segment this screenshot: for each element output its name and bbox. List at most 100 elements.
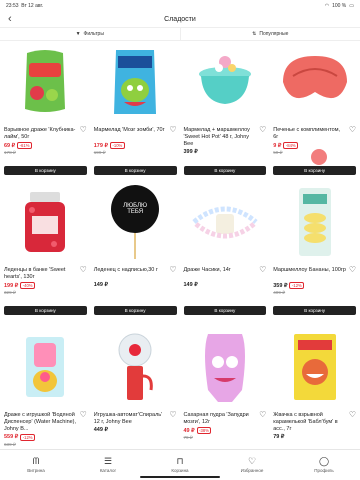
product-price: 199 ₽ bbox=[4, 282, 19, 289]
page-title: Сладости bbox=[164, 16, 196, 23]
product-card[interactable]: Жвачка с взрывной карамелькой 'Бабл'бум'… bbox=[273, 326, 356, 446]
add-to-cart-button[interactable]: В корзину bbox=[273, 306, 356, 315]
product-image bbox=[94, 326, 177, 408]
tab-label: Каталог bbox=[99, 468, 117, 473]
old-price bbox=[94, 289, 177, 295]
battery-level: 100 % bbox=[332, 3, 347, 9]
heart-icon[interactable]: ♡ bbox=[169, 411, 176, 419]
tab-label: Корзина bbox=[171, 468, 189, 473]
add-to-cart-button[interactable]: В корзину bbox=[4, 306, 87, 315]
old-price: 178 ₽ bbox=[4, 150, 16, 155]
status-date: Вт 12 авг. bbox=[21, 3, 44, 9]
product-price: 49 ₽ bbox=[183, 427, 195, 434]
heart-icon[interactable]: ♡ bbox=[349, 266, 356, 274]
filter-button[interactable]: ▼ Фильтры bbox=[0, 28, 180, 40]
catalog-search-icon: ☰ bbox=[103, 456, 113, 466]
bag-icon: ⊓ bbox=[176, 456, 184, 466]
add-to-cart-button[interactable]: В корзину bbox=[183, 306, 267, 315]
discount-badge: -38% bbox=[196, 427, 212, 434]
product-card[interactable]: Драже Часики, 14г ♡ 149 ₽ В корзину bbox=[183, 181, 267, 323]
tab-showcase[interactable]: ᗰ Витрина bbox=[0, 450, 72, 480]
heart-icon[interactable]: ♡ bbox=[259, 126, 266, 134]
filter-label: Фильтры bbox=[83, 31, 104, 37]
heart-icon[interactable]: ♡ bbox=[169, 266, 176, 274]
add-to-cart-button[interactable]: В корзину bbox=[93, 166, 177, 175]
product-image bbox=[4, 41, 87, 123]
old-price: 409 ₽ bbox=[273, 290, 286, 295]
discount-badge: -12% bbox=[20, 433, 35, 441]
product-card[interactable]: Драже с игрушкой 'Водяной Диспенсер' (Wa… bbox=[4, 326, 87, 447]
sort-label: Популярные bbox=[259, 31, 289, 37]
product-name: Сахарная пудра 'Запудри мозги', 12г bbox=[183, 412, 249, 425]
discount-badge: -10% bbox=[109, 142, 125, 149]
logo-icon: ᗰ bbox=[32, 456, 40, 466]
product-name: Мармелад + маршмеллоу 'Sweet Hot Pot' 48… bbox=[183, 127, 250, 147]
tab-profile[interactable]: ◯ Профиль bbox=[288, 450, 360, 480]
tab-label: Избранное bbox=[240, 468, 264, 473]
heart-icon[interactable]: ♡ bbox=[80, 126, 87, 134]
status-bar: 23:53 Вт 12 авг. ◠ 100 % ▭ bbox=[0, 0, 360, 12]
product-image bbox=[273, 41, 356, 123]
old-price: 79 ₽ bbox=[183, 435, 193, 440]
product-price: 149 ₽ bbox=[183, 282, 198, 288]
heart-icon[interactable]: ♡ bbox=[349, 126, 356, 134]
add-to-cart-button[interactable]: В корзину bbox=[93, 306, 177, 315]
old-price bbox=[184, 156, 267, 162]
product-image bbox=[94, 41, 177, 123]
wifi-icon: ◠ bbox=[324, 3, 330, 9]
product-price: 359 ₽ bbox=[273, 282, 288, 289]
back-arrow-icon[interactable]: ‹ bbox=[8, 12, 12, 27]
product-grid: Взрывное драже 'Клубника-лайм', 50г ♡ 69 … bbox=[0, 41, 360, 178]
home-indicator bbox=[140, 476, 220, 478]
old-price: 639 ₽ bbox=[4, 441, 16, 447]
product-price: 449 ₽ bbox=[93, 427, 108, 433]
product-card[interactable]: Взрывное драже 'Клубника-лайм', 50г ♡ 69 … bbox=[4, 41, 87, 178]
old-price bbox=[184, 289, 267, 295]
old-price bbox=[273, 441, 356, 447]
product-card[interactable]: Леденцы в банке 'Sweet hearts', 130г ♡ 19… bbox=[4, 181, 87, 323]
heart-icon[interactable]: ♡ bbox=[259, 411, 266, 419]
floating-action-dot[interactable] bbox=[311, 149, 327, 165]
product-grid-row: Драже с игрушкой 'Водяной Диспенсер' (Wa… bbox=[0, 326, 360, 447]
profile-icon: ◯ bbox=[318, 456, 330, 466]
product-card[interactable]: Мармелад + маршмеллоу 'Sweet Hot Pot' 48… bbox=[183, 41, 267, 178]
old-price: 329 ₽ bbox=[4, 290, 16, 295]
add-to-cart-button[interactable]: В корзину bbox=[4, 166, 87, 175]
heart-icon[interactable]: ♡ bbox=[349, 411, 356, 419]
product-price: 69 ₽ bbox=[4, 142, 16, 149]
heart-icon[interactable]: ♡ bbox=[80, 411, 87, 419]
old-price: 199 ₽ bbox=[93, 150, 106, 155]
heart-icon[interactable]: ♡ bbox=[169, 126, 176, 134]
sort-button[interactable]: ⇅ Популярные bbox=[179, 28, 360, 40]
heart-icon[interactable]: ♡ bbox=[259, 266, 266, 274]
add-to-cart-button[interactable]: В корзину bbox=[273, 166, 356, 175]
product-image: ЛЮБЛЮ ТЕБЯ bbox=[94, 181, 177, 263]
add-to-cart-button[interactable]: В корзину bbox=[183, 166, 267, 175]
product-price: 9 ₽ bbox=[273, 142, 282, 149]
tab-favorites[interactable]: ♡ Избранное bbox=[216, 450, 288, 480]
product-name: Игрушка-автомат'Спираль' 12 г, Johny Bee bbox=[93, 412, 163, 425]
product-image bbox=[273, 326, 356, 408]
battery-icon: ▭ bbox=[349, 3, 354, 9]
discount-badge: -40% bbox=[20, 282, 35, 289]
discount-badge: -61% bbox=[17, 142, 32, 149]
product-card[interactable]: Игрушка-автомат'Спираль' 12 г, Johny Bee… bbox=[94, 326, 177, 446]
product-image bbox=[273, 181, 356, 263]
product-grid-row: Леденцы в банке 'Sweet hearts', 130г ♡ 19… bbox=[0, 181, 360, 323]
tab-catalog[interactable]: ☰ Каталог bbox=[72, 450, 144, 480]
old-price bbox=[94, 434, 177, 440]
product-image bbox=[184, 181, 267, 263]
product-card[interactable]: Мармелад 'Мозг зомби', 70г ♡ 179 ₽ -10% 19… bbox=[93, 41, 177, 178]
product-price: 399 ₽ bbox=[183, 148, 198, 155]
product-name: Взрывное драже 'Клубника-лайм', 50г bbox=[4, 127, 76, 140]
heart-icon: ♡ bbox=[247, 456, 257, 466]
product-card[interactable]: Маршмеллоу Бананы, 100гр ♡ 359 ₽ -12% 409 … bbox=[273, 181, 356, 323]
discount-badge: -84% bbox=[283, 142, 299, 149]
product-name: Маршмеллоу Бананы, 100гр bbox=[273, 267, 346, 273]
heart-icon[interactable]: ♡ bbox=[80, 266, 87, 274]
product-name: Печенье с комплиментом, 6г bbox=[273, 127, 341, 140]
product-card[interactable]: Сахарная пудра 'Запудри мозги', 12г ♡ 49 … bbox=[183, 326, 266, 446]
tab-label: Профиль bbox=[314, 468, 334, 473]
product-card[interactable]: ЛЮБЛЮ ТЕБЯ Леденец с надписью,30 г ♡ 149 … bbox=[93, 181, 177, 323]
sort-arrows-icon: ⇅ bbox=[252, 31, 257, 37]
